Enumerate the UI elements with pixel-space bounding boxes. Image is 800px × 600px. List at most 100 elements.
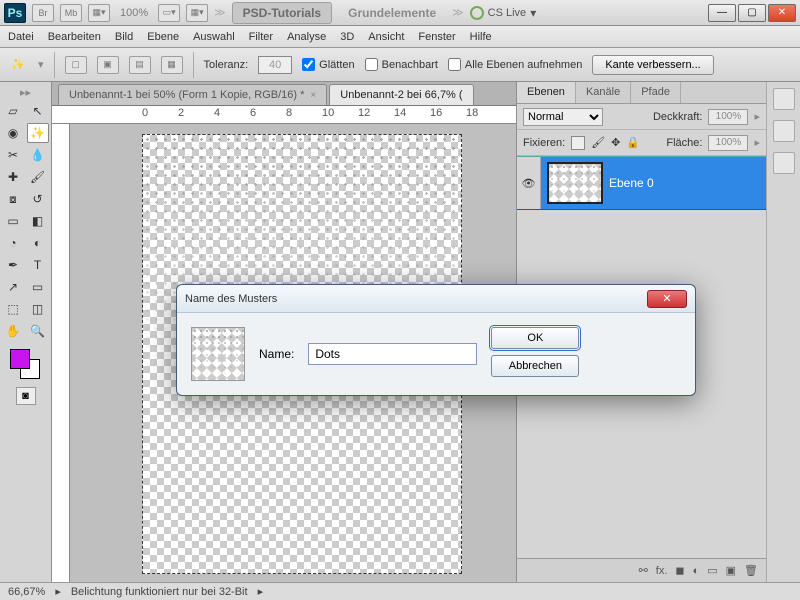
options-bar: ✨▾ ▢ ▣ ▤ ▦ Toleranz: Glätten Benachbart …: [0, 48, 800, 82]
adjustments-panel-icon[interactable]: [773, 120, 795, 142]
document-tab-bar: Unbenannt-1 bei 50% (Form 1 Kopie, RGB/1…: [52, 82, 516, 106]
menu-hilfe[interactable]: Hilfe: [470, 31, 492, 43]
sample-all-checkbox[interactable]: Alle Ebenen aufnehmen: [448, 58, 582, 71]
panel-tab-paths[interactable]: Pfade: [631, 82, 681, 103]
window-close-button[interactable]: ✕: [768, 4, 796, 22]
lasso-tool[interactable]: ◉: [2, 123, 24, 143]
selection-add-icon[interactable]: ▣: [97, 56, 119, 74]
layer-name-label[interactable]: Ebene 0: [609, 176, 654, 190]
lock-position-icon[interactable]: ✥: [611, 136, 620, 149]
ruler-vertical: [52, 124, 70, 582]
opacity-value[interactable]: 100%: [708, 109, 748, 125]
hand-tool[interactable]: ✋: [2, 321, 24, 341]
group-icon[interactable]: ▭: [707, 564, 717, 577]
layer-row[interactable]: 👁 Ebene 0: [517, 156, 766, 210]
trash-icon[interactable]: 🗑: [744, 564, 758, 577]
pattern-name-dialog: Name des Musters ✕ Name: OK Abbrechen: [176, 284, 696, 396]
move-tool[interactable]: ▱: [2, 101, 24, 121]
blend-mode-select[interactable]: Normal: [523, 108, 603, 126]
3d-camera-tool[interactable]: ◫: [27, 299, 49, 319]
gradient-tool[interactable]: ◧: [27, 211, 49, 231]
cs-live-button[interactable]: CS Live ▾: [470, 6, 537, 20]
arrange-button[interactable]: ▭▾: [158, 4, 180, 22]
selection-intersect-icon[interactable]: ▦: [161, 56, 183, 74]
menu-analyse[interactable]: Analyse: [287, 31, 326, 43]
status-zoom[interactable]: 66,67%: [8, 586, 45, 598]
selection-new-icon[interactable]: ▢: [65, 56, 87, 74]
menu-datei[interactable]: Datei: [8, 31, 34, 43]
top-zoom-label: 100%: [120, 7, 148, 19]
status-message: Belichtung funktioniert nur bei 32-Bit: [71, 586, 248, 598]
workspace-tab-psd[interactable]: PSD-Tutorials: [232, 2, 332, 24]
path-tool[interactable]: ↗: [2, 277, 24, 297]
layer-thumbnail[interactable]: [547, 162, 603, 204]
cancel-button[interactable]: Abbrechen: [491, 355, 579, 377]
bridge-button[interactable]: Br: [32, 4, 54, 22]
masks-panel-icon[interactable]: [773, 152, 795, 174]
status-bar: 66,67% ▸ Belichtung funktioniert nur bei…: [0, 582, 800, 600]
lock-all-icon[interactable]: 🔒: [626, 136, 640, 149]
eyedropper-tool[interactable]: 💧: [27, 145, 49, 165]
history-brush-tool[interactable]: ↺: [27, 189, 49, 209]
adjustment-icon[interactable]: ◐: [693, 565, 700, 577]
ok-button[interactable]: OK: [491, 327, 579, 349]
blur-tool[interactable]: ◔: [2, 233, 24, 253]
type-tool[interactable]: T: [27, 255, 49, 275]
magic-wand-tool[interactable]: ✨: [27, 123, 49, 143]
menu-ebene[interactable]: Ebene: [147, 31, 179, 43]
foreground-color-swatch[interactable]: [10, 349, 30, 369]
screen-mode-button[interactable]: ▦▾: [88, 4, 110, 22]
lock-pixels-icon[interactable]: 🖌: [591, 136, 605, 149]
document-tab-1[interactable]: Unbenannt-1 bei 50% (Form 1 Kopie, RGB/1…: [58, 84, 327, 105]
dialog-title: Name des Musters: [185, 293, 277, 305]
zoom-tool[interactable]: 🔍: [27, 321, 49, 341]
tools-collapse-icon[interactable]: ▸▸: [2, 86, 49, 99]
3d-tool[interactable]: ⬚: [2, 299, 24, 319]
app-logo-icon: Ps: [4, 3, 26, 23]
workspace-tab-grund[interactable]: Grundelemente: [338, 3, 446, 23]
lock-transparency-icon[interactable]: [571, 136, 585, 150]
healing-tool[interactable]: ✚: [2, 167, 24, 187]
tolerance-input[interactable]: [258, 56, 292, 74]
minibridge-button[interactable]: Mb: [60, 4, 82, 22]
brush-tool[interactable]: 🖌: [27, 167, 49, 187]
menu-bearbeiten[interactable]: Bearbeiten: [48, 31, 101, 43]
stamp-tool[interactable]: ⧇: [2, 189, 24, 209]
refine-edge-button[interactable]: Kante verbessern...: [592, 55, 713, 75]
new-layer-icon[interactable]: ▣: [726, 564, 736, 577]
window-maximize-button[interactable]: ▢: [738, 4, 766, 22]
pen-tool[interactable]: ✒: [2, 255, 24, 275]
menu-auswahl[interactable]: Auswahl: [193, 31, 235, 43]
link-layers-icon[interactable]: ⚯: [639, 564, 648, 577]
menu-ansicht[interactable]: Ansicht: [368, 31, 404, 43]
menu-3d[interactable]: 3D: [340, 31, 354, 43]
visibility-eye-icon[interactable]: 👁: [517, 157, 541, 209]
swatches-panel-icon[interactable]: [773, 88, 795, 110]
dodge-tool[interactable]: ◐: [27, 233, 49, 253]
menu-fenster[interactable]: Fenster: [418, 31, 455, 43]
window-minimize-button[interactable]: —: [708, 4, 736, 22]
quickmask-button[interactable]: ◙: [16, 387, 36, 405]
antialias-checkbox[interactable]: Glätten: [302, 58, 354, 71]
panel-tab-layers[interactable]: Ebenen: [517, 82, 576, 103]
mask-icon[interactable]: ◼: [675, 564, 684, 577]
crop-tool[interactable]: ✂: [2, 145, 24, 165]
close-icon[interactable]: ×: [310, 90, 316, 101]
menu-filter[interactable]: Filter: [249, 31, 273, 43]
shape-tool[interactable]: ▭: [27, 277, 49, 297]
dialog-close-button[interactable]: ✕: [647, 290, 687, 308]
fill-value[interactable]: 100%: [708, 135, 748, 151]
eraser-tool[interactable]: ▭: [2, 211, 24, 231]
contiguous-checkbox[interactable]: Benachbart: [365, 58, 438, 71]
selection-sub-icon[interactable]: ▤: [129, 56, 151, 74]
document-tab-2[interactable]: Unbenannt-2 bei 66,7% (: [329, 84, 473, 105]
fx-icon[interactable]: fx.: [656, 565, 668, 577]
dialog-titlebar[interactable]: Name des Musters ✕: [177, 285, 695, 313]
pattern-name-input[interactable]: [308, 343, 477, 365]
name-label: Name:: [259, 347, 294, 361]
color-swatches[interactable]: [10, 349, 42, 381]
menu-bild[interactable]: Bild: [115, 31, 133, 43]
extras-button[interactable]: ▦▾: [186, 4, 208, 22]
panel-tab-channels[interactable]: Kanäle: [576, 82, 631, 103]
marquee-tool[interactable]: ↖: [27, 101, 49, 121]
